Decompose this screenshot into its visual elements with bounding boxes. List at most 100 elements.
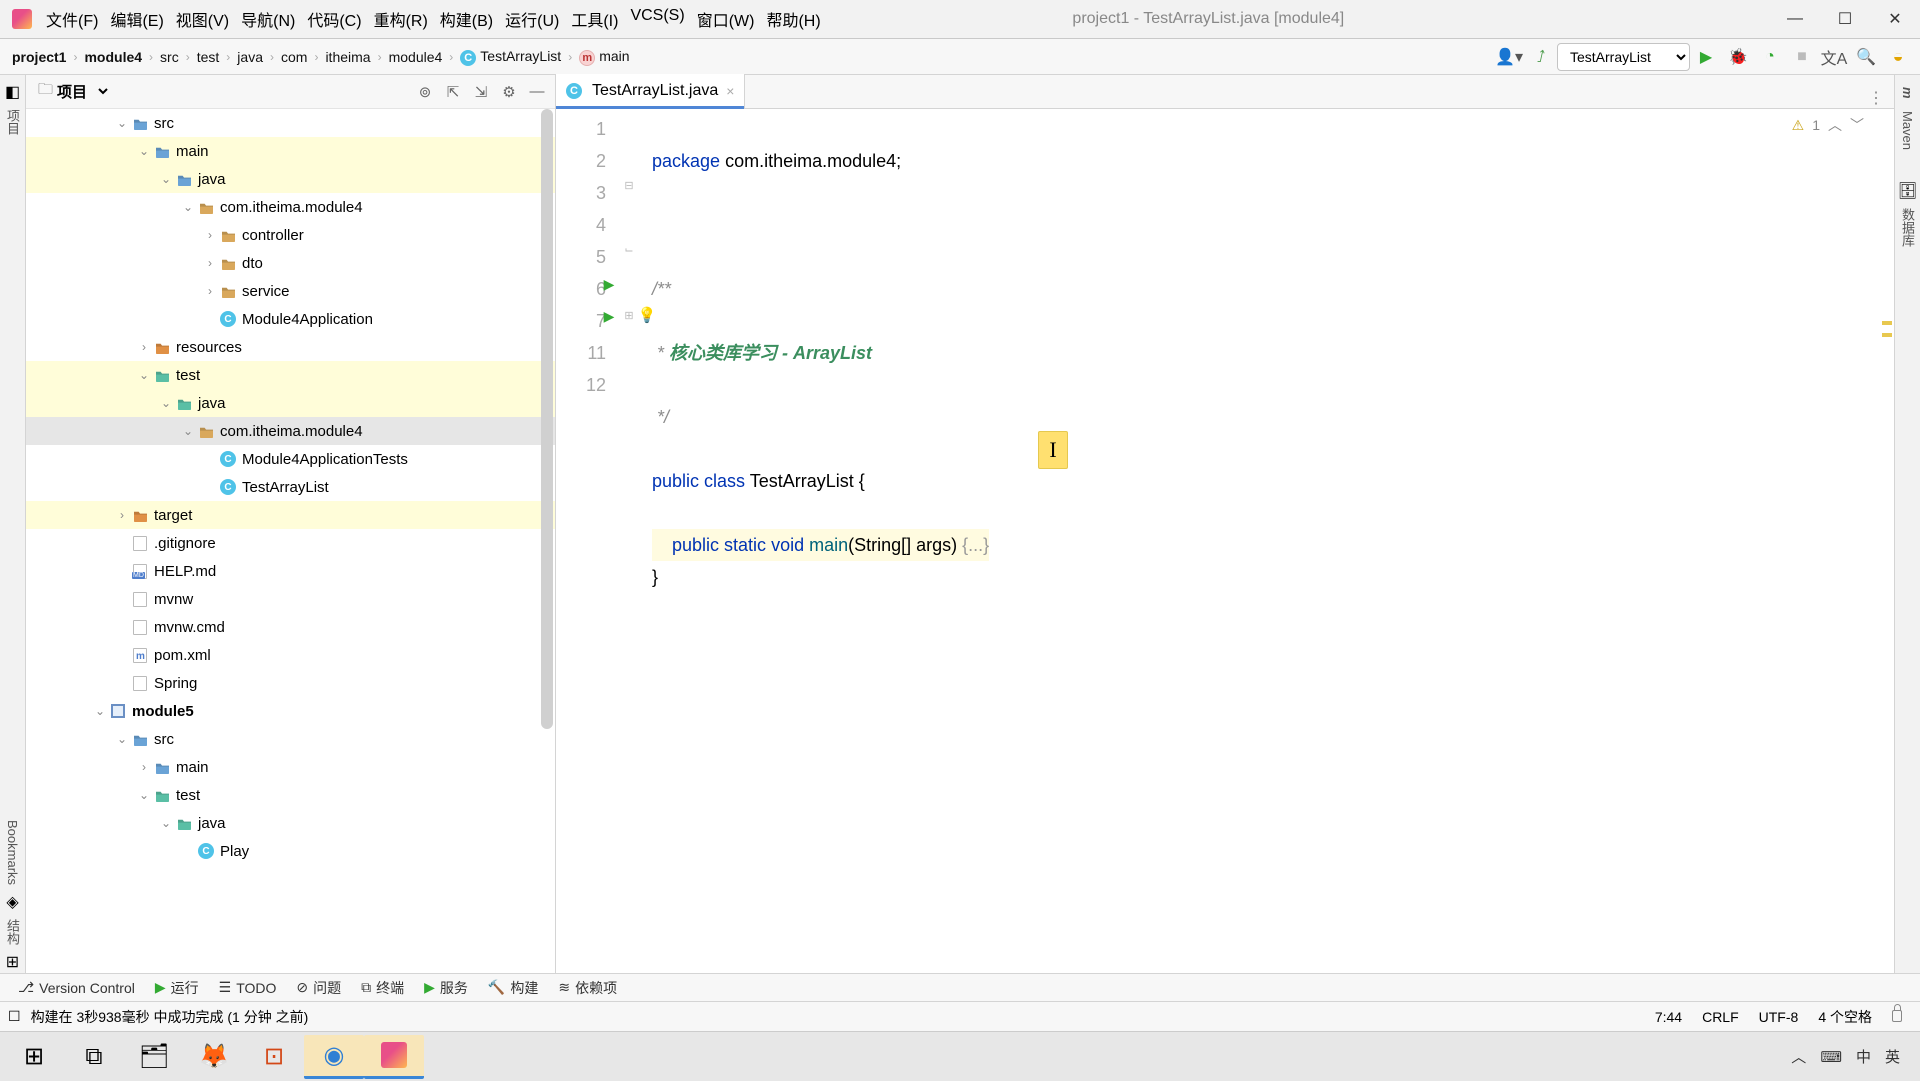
tree-arrow-icon[interactable]: ⌄ (180, 424, 196, 438)
tree-arrow-icon[interactable]: › (136, 340, 152, 354)
problems-tab[interactable]: ⊘问题 (286, 978, 351, 998)
structure-tool-label[interactable]: 结构 (3, 919, 22, 945)
tree-node[interactable]: ›service (26, 277, 555, 305)
crumb-src[interactable]: src (154, 49, 185, 65)
coverage-button[interactable]: ◔ (1755, 43, 1785, 71)
collapse-all-icon[interactable]: ⇲ (467, 80, 495, 104)
crumb-itheima[interactable]: itheima (319, 49, 376, 65)
menu-build[interactable]: 构建(B) (434, 4, 499, 34)
maven-tool-label[interactable]: Maven (1900, 111, 1915, 150)
locate-icon[interactable]: ⊚ (411, 80, 439, 104)
run-tab[interactable]: ▶运行 (145, 978, 209, 998)
close-tab-icon[interactable]: × (726, 83, 734, 99)
tree-node[interactable]: Spring (26, 669, 555, 697)
tree-node[interactable]: ⌄com.itheima.module4 (26, 417, 555, 445)
warning-marker[interactable] (1882, 333, 1892, 337)
tree-node[interactable]: HELP.md (26, 557, 555, 585)
locale-icon[interactable]: 文A (1819, 43, 1849, 71)
tree-node[interactable]: ⌄src (26, 109, 555, 137)
menu-edit[interactable]: 编辑(E) (104, 4, 169, 34)
project-tree[interactable]: ⌄src⌄main⌄java⌄com.itheima.module4›contr… (26, 109, 555, 973)
add-user-icon[interactable]: 👤▾ (1494, 43, 1524, 71)
maximize-button[interactable]: ☐ (1820, 0, 1870, 38)
menu-help[interactable]: 帮助(H) (760, 4, 826, 34)
crumb-java[interactable]: java (231, 49, 269, 65)
tree-node[interactable]: ⌄java (26, 165, 555, 193)
tree-node[interactable]: ›controller (26, 221, 555, 249)
error-stripe[interactable] (1880, 109, 1894, 973)
inspection-widget[interactable]: ⚠ 1 ︿ ﹀ (1792, 113, 1864, 137)
line-separator[interactable]: CRLF (1692, 1009, 1749, 1025)
tree-arrow-icon[interactable]: › (114, 508, 130, 522)
bookmarks-icon[interactable]: ◈ (4, 893, 22, 911)
tree-arrow-icon[interactable]: ⌄ (158, 172, 174, 186)
tree-node[interactable]: .gitignore (26, 529, 555, 557)
tree-arrow-icon[interactable]: ⌄ (92, 704, 108, 718)
structure-icon[interactable]: ⊞ (4, 953, 22, 971)
tree-arrow-icon[interactable]: ⌄ (114, 732, 130, 746)
fold-collapsed-icon[interactable]: ⊞ (620, 307, 638, 325)
ime-indicator-icon[interactable]: ⌨ (1820, 1048, 1842, 1066)
fold-end-icon[interactable]: ⌙ (620, 241, 638, 259)
stop-button[interactable]: ■ (1787, 43, 1817, 71)
build-icon[interactable]: ⭜ (1526, 43, 1556, 71)
project-view-select[interactable] (91, 83, 111, 100)
tree-arrow-icon[interactable]: › (202, 284, 218, 298)
services-tab[interactable]: ▶服务 (414, 978, 478, 998)
editor-tab[interactable]: C TestArrayList.java × (556, 74, 745, 108)
tree-node[interactable]: ⌄src (26, 725, 555, 753)
project-tool-label[interactable]: 项目 (3, 109, 22, 135)
tree-node[interactable]: ⌄java (26, 389, 555, 417)
tree-node[interactable]: ⌄main (26, 137, 555, 165)
fold-icon[interactable]: ⊟ (620, 177, 638, 195)
prev-highlight-icon[interactable]: ︿ (1828, 109, 1842, 141)
debug-button[interactable]: 🐞 (1723, 43, 1753, 71)
minimize-button[interactable]: — (1770, 0, 1820, 38)
tree-node[interactable]: ⌄java (26, 809, 555, 837)
tree-node[interactable]: CTestArrayList (26, 473, 555, 501)
tree-arrow-icon[interactable]: › (136, 760, 152, 774)
dependencies-tab[interactable]: ≋依赖项 (548, 978, 627, 998)
tree-arrow-icon[interactable]: ⌄ (136, 788, 152, 802)
tree-node[interactable]: ›target (26, 501, 555, 529)
crumb-method[interactable]: mmain (573, 48, 635, 66)
crumb-pkg[interactable]: module4 (383, 49, 449, 65)
hide-icon[interactable]: — (523, 80, 551, 104)
tree-node[interactable]: pom.xml (26, 641, 555, 669)
build-tab[interactable]: 🔨构建 (478, 978, 548, 998)
explorer-icon[interactable]: 🗂 (124, 1035, 184, 1079)
next-highlight-icon[interactable]: ﹀ (1850, 109, 1864, 141)
todo-tab[interactable]: ☰TODO (209, 979, 287, 996)
ime-mode[interactable]: 中 (1856, 1046, 1871, 1067)
tree-node[interactable]: ⌄com.itheima.module4 (26, 193, 555, 221)
edge-icon[interactable]: ◉ (304, 1035, 364, 1079)
file-encoding[interactable]: UTF-8 (1749, 1009, 1809, 1025)
menu-code[interactable]: 代码(C) (301, 4, 367, 34)
line-number-gutter[interactable]: 12345671112 (556, 109, 620, 973)
tree-node[interactable]: CModule4Application (26, 305, 555, 333)
intellij-icon[interactable] (364, 1035, 424, 1079)
code-editor[interactable]: 12345671112 ⊟ ⌙ ▶ ▶ ⊞ 💡 package com.ithe… (556, 109, 1894, 973)
task-view-button[interactable]: ⧉ (64, 1035, 124, 1079)
terminal-tab[interactable]: ⧉终端 (351, 978, 414, 998)
warning-marker[interactable] (1882, 321, 1892, 325)
ide-settings-icon[interactable]: ◒ (1883, 43, 1913, 71)
menu-refactor[interactable]: 重构(R) (368, 4, 434, 34)
system-tray[interactable]: ︿ ⌨ 中 英 (1775, 1032, 1916, 1081)
tree-arrow-icon[interactable]: ⌄ (114, 116, 130, 130)
project-panel-title[interactable]: 项目 (57, 81, 87, 102)
tree-node[interactable]: ›main (26, 753, 555, 781)
editor-more-icon[interactable]: ⋮ (1858, 88, 1894, 108)
tree-arrow-icon[interactable]: ⌄ (158, 816, 174, 830)
database-icon[interactable]: 🗄 (1899, 182, 1917, 200)
menu-view[interactable]: 视图(V) (170, 4, 235, 34)
search-icon[interactable]: 🔍 (1851, 43, 1881, 71)
caret-position[interactable]: 7:44 (1645, 1009, 1692, 1025)
crumb-project[interactable]: project1 (6, 49, 72, 65)
source-text[interactable]: package com.itheima.module4; /** * 核心类库学… (644, 109, 989, 973)
version-control-tab[interactable]: ⎇Version Control (8, 979, 145, 996)
tree-arrow-icon[interactable]: ⌄ (180, 200, 196, 214)
start-button[interactable]: ⊞ (4, 1035, 64, 1079)
tree-node[interactable]: ⌄module5 (26, 697, 555, 725)
readonly-lock-icon[interactable] (1882, 1009, 1912, 1025)
